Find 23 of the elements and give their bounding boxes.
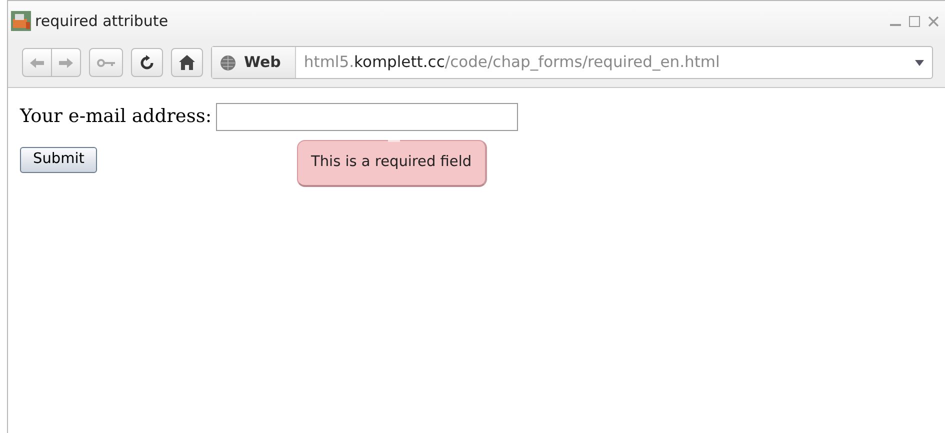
zone-label: Web (244, 52, 281, 74)
globe-icon (220, 54, 236, 70)
forward-button[interactable] (52, 48, 81, 77)
back-arrow-icon (30, 58, 44, 68)
app-icon (11, 11, 31, 31)
window-title: required attribute (35, 10, 168, 32)
maximize-icon[interactable] (909, 16, 920, 26)
reload-button[interactable] (131, 48, 163, 77)
close-icon[interactable] (928, 16, 939, 26)
forward-arrow-icon (59, 58, 73, 68)
home-button[interactable] (171, 48, 203, 77)
field-label: Your e-mail address: (20, 105, 212, 130)
submit-button[interactable]: Submit (20, 147, 98, 173)
key-button[interactable] (89, 48, 123, 77)
dropdown-icon[interactable] (915, 60, 924, 66)
home-icon (179, 55, 195, 70)
tooltip-text: This is a required field (311, 154, 472, 170)
reload-icon (139, 54, 155, 70)
email-field[interactable] (216, 103, 518, 131)
back-button[interactable] (22, 48, 52, 77)
url-text: html5.komplett.cc/code/chap_forms/required_en.html (302, 52, 720, 73)
address-bar[interactable]: Web html5.komplett.cc/code/chap_forms/required_en.html (211, 46, 933, 79)
key-icon (97, 58, 115, 66)
